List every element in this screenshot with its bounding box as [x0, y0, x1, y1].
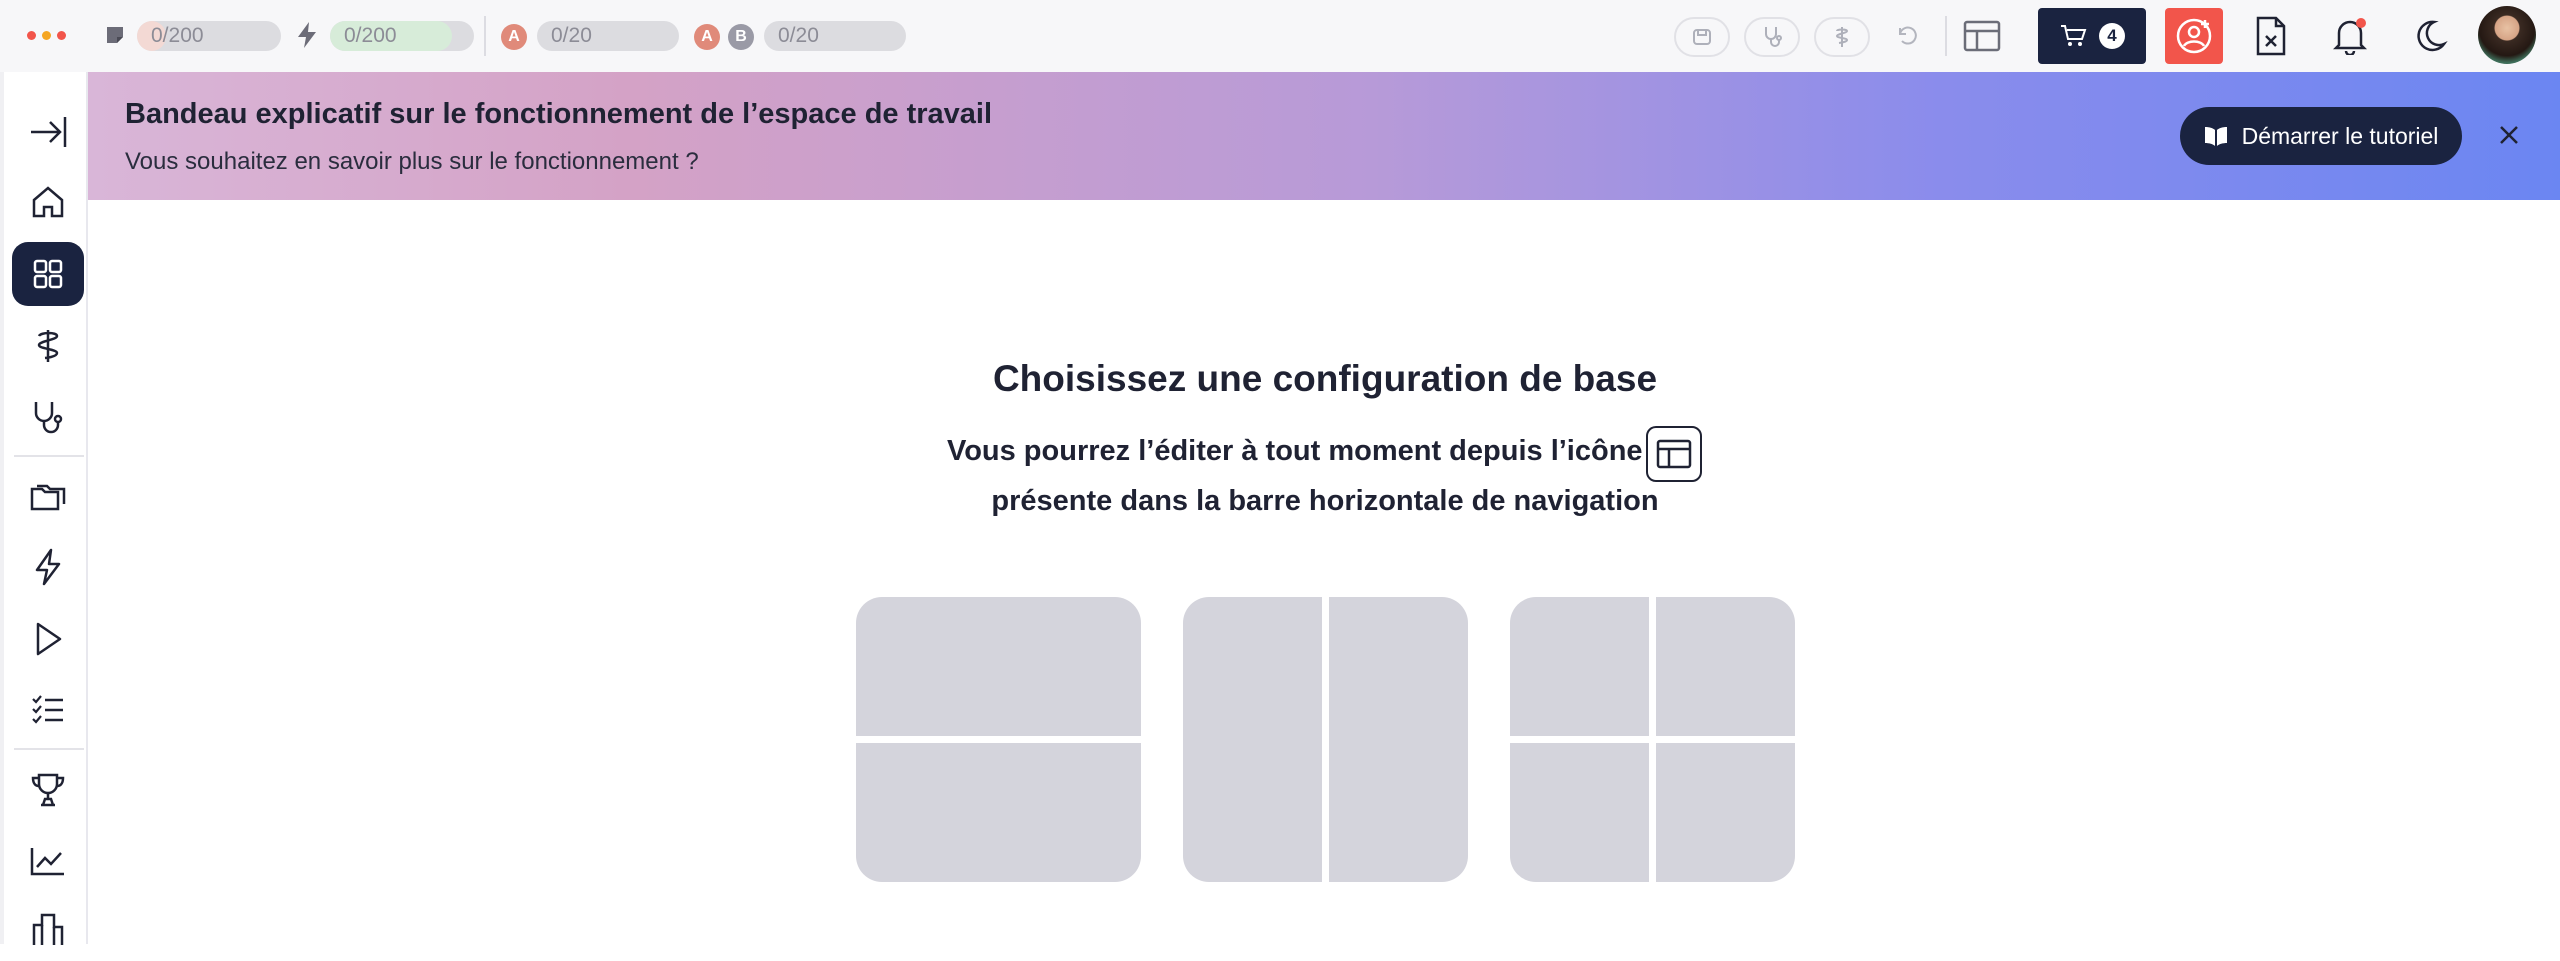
dark-mode-button[interactable] — [2408, 14, 2452, 58]
layout-cell — [1656, 597, 1795, 736]
sidebar-item-building[interactable] — [12, 897, 84, 961]
lightning-icon — [35, 548, 61, 586]
checklist-icon — [32, 695, 63, 724]
close-icon — [2500, 126, 2518, 144]
play-icon — [36, 622, 62, 656]
page-subtitle-line1: Vous pourrez l’éditer à tout moment depu… — [947, 435, 1643, 467]
notification-dot — [2356, 18, 2366, 28]
stethoscope-icon — [1765, 27, 1782, 47]
undo-icon — [1899, 26, 1917, 45]
divider — [484, 16, 486, 56]
storage-pill-button[interactable] — [1674, 17, 1730, 57]
layout-option-two-rows[interactable] — [856, 597, 1141, 882]
file-x-icon — [2256, 16, 2286, 56]
banner-close-button[interactable] — [2494, 120, 2524, 150]
layout-cell — [856, 597, 1141, 736]
layout-icon — [1963, 20, 2001, 52]
avatar-a: A — [501, 24, 527, 50]
layout-cell — [1183, 597, 1322, 882]
actions-counter-label: 0/200 — [344, 24, 397, 47]
avatar-b: B — [728, 24, 754, 50]
notes-counter[interactable]: 0/200 — [137, 21, 281, 51]
book-icon — [2204, 127, 2227, 146]
building-icon — [32, 913, 64, 945]
participants-a-counter[interactable]: 0/20 — [537, 21, 679, 51]
sidebar-item-dashboard[interactable] — [12, 242, 84, 306]
avatar-a-letter: A — [508, 28, 520, 45]
info-banner: Bandeau explicatif sur le fonctionnement… — [88, 72, 2560, 200]
layout-icon-inline — [1646, 426, 1702, 482]
layout-button[interactable] — [1960, 14, 2004, 58]
start-tutorial-label: Démarrer le tutoriel — [2241, 122, 2439, 149]
window-dots — [27, 31, 66, 40]
undo-button[interactable] — [1884, 14, 1928, 58]
moon-icon — [2417, 20, 2448, 52]
layout-cell — [856, 743, 1141, 882]
dashboard-icon — [33, 259, 63, 289]
cart-count-badge: 4 — [2099, 23, 2125, 49]
cart-icon — [2061, 25, 2087, 46]
expand-icon — [31, 117, 67, 147]
sidebar-item-checklist[interactable] — [12, 678, 84, 742]
box-icon — [1693, 29, 1711, 45]
cart-button[interactable]: 4 — [2038, 8, 2146, 64]
lightning-icon — [296, 21, 318, 54]
caduceus-icon — [1835, 27, 1849, 47]
sticky-note-icon — [104, 24, 126, 51]
sidebar-item-actions[interactable] — [12, 535, 84, 599]
layout-cell — [1510, 597, 1649, 736]
add-user-button[interactable] — [2165, 8, 2223, 64]
layout-option-two-columns[interactable] — [1183, 597, 1468, 882]
dot-red-2 — [57, 31, 66, 40]
notifications-button[interactable] — [2328, 14, 2372, 58]
dot-red — [27, 31, 36, 40]
layout-cell — [1656, 743, 1795, 882]
layout-icon — [1656, 439, 1692, 469]
participants-ab-counter-label: 0/20 — [778, 24, 819, 47]
page-subtitle-line2: présente dans la barre horizontale de na… — [991, 485, 1659, 517]
dot-orange — [42, 31, 51, 40]
sidebar-item-play[interactable] — [12, 607, 84, 671]
trophy-icon — [31, 773, 65, 807]
page-title: Choisissez une configuration de base — [992, 358, 1658, 399]
sidebar-divider — [14, 455, 84, 457]
sidebar-item-statistics[interactable] — [12, 829, 84, 893]
participants-ab-counter[interactable]: 0/20 — [764, 21, 906, 51]
participants-a-counter-label: 0/20 — [551, 24, 592, 47]
user-avatar[interactable] — [2478, 6, 2536, 64]
top-bar: 0/200 0/200 A 0/20 A B 0/20 4 — [0, 0, 2560, 73]
sidebar-item-expand[interactable] — [12, 100, 84, 164]
divider-2 — [1945, 16, 1947, 56]
start-tutorial-button[interactable]: Démarrer le tutoriel — [2180, 107, 2462, 165]
avatar-a2-letter: A — [701, 28, 713, 45]
sidebar-item-trophy[interactable] — [12, 758, 84, 822]
notes-counter-label: 0/200 — [151, 24, 204, 47]
stethoscope-icon — [34, 402, 63, 434]
layout-option-four-quadrants[interactable] — [1510, 597, 1795, 882]
layout-cell — [1510, 743, 1649, 882]
home-icon — [32, 186, 64, 218]
sidebar-item-home[interactable] — [12, 170, 84, 234]
actions-counter[interactable]: 0/200 — [330, 21, 474, 51]
file-close-button[interactable] — [2249, 14, 2293, 58]
layout-cell — [1329, 597, 1468, 882]
chart-icon — [30, 848, 64, 876]
caduceus-pill-button[interactable] — [1814, 17, 1870, 57]
avatar-b-letter: B — [735, 28, 747, 45]
sidebar-divider-2 — [14, 748, 84, 750]
stethoscope-pill-button[interactable] — [1744, 17, 1800, 57]
avatar-a-2: A — [694, 24, 720, 50]
add-user-icon — [2176, 18, 2212, 54]
banner-subtitle: Vous souhaitez en savoir plus sur le fon… — [125, 148, 699, 175]
banner-title: Bandeau explicatif sur le fonctionnement… — [125, 98, 993, 130]
